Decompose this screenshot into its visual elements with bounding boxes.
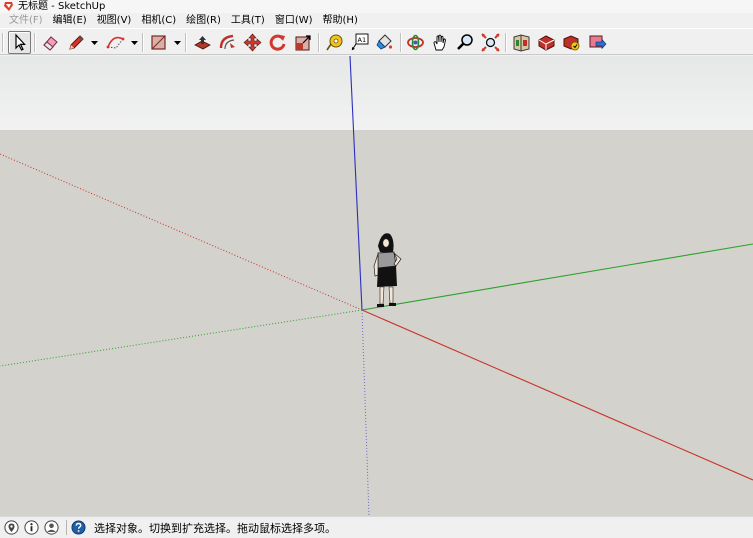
credits-icon (24, 520, 39, 535)
zoom-extents-tool-button[interactable] (479, 31, 502, 54)
toolbar-separator (400, 33, 402, 52)
magnifier-icon (457, 34, 473, 50)
text-tool-label: A1 (358, 36, 367, 44)
figure-face (382, 238, 390, 248)
title-bar: 无标题 - SketchUp (0, 0, 753, 13)
offset-icon (219, 34, 235, 50)
line-tool-dropdown[interactable] (90, 38, 99, 47)
extension-warehouse-icon (538, 35, 555, 51)
tape-measure-icon (326, 34, 343, 51)
sketchup-logo-icon (3, 1, 14, 12)
line-tool-button[interactable] (64, 31, 87, 54)
3d-warehouse-button[interactable] (510, 31, 533, 54)
credits-button[interactable] (23, 519, 40, 536)
scale-tool-button[interactable] (292, 31, 315, 54)
rotate-tool-button[interactable] (266, 31, 289, 54)
menu-draw[interactable]: 绘图(R) (181, 14, 226, 28)
toolbar-separator (505, 33, 507, 52)
geo-location-button[interactable] (3, 519, 20, 536)
share-model-icon (563, 35, 580, 51)
status-message: 选择对象。切换到扩充选择。拖动鼠标选择多项。 (94, 521, 336, 535)
menu-view[interactable]: 视图(V) (92, 14, 137, 28)
move-tool-button[interactable] (241, 31, 264, 54)
paint-bucket-tool-button[interactable] (373, 31, 396, 54)
push-pull-tool-button[interactable] (191, 31, 214, 54)
menu-bar: 文件(F) 编辑(E) 视图(V) 相机(C) 绘图(R) 工具(T) 窗口(W… (0, 13, 753, 28)
menu-camera[interactable]: 相机(C) (136, 14, 181, 28)
orbit-icon (407, 34, 424, 51)
eraser-icon (43, 36, 58, 51)
send-to-layout-button[interactable] (586, 31, 609, 54)
figure-torso (377, 251, 397, 269)
toolbar-separator (185, 33, 187, 52)
menu-help[interactable]: 帮助(H) (318, 14, 363, 28)
status-bar: 选择对象。切换到扩充选择。拖动鼠标选择多项。 (0, 516, 753, 538)
ground (0, 130, 753, 516)
shape-tool-button[interactable] (147, 31, 170, 54)
select-tool-button[interactable] (8, 31, 31, 54)
menu-edit[interactable]: 编辑(E) (48, 14, 92, 28)
sky (0, 56, 753, 130)
user-account-button[interactable] (43, 519, 60, 536)
help-icon (71, 520, 86, 535)
text-label-icon: A1 (351, 33, 369, 51)
menu-window[interactable]: 窗口(W) (270, 14, 318, 28)
push-pull-icon (194, 36, 211, 50)
toolbar-separator (142, 33, 144, 52)
help-button[interactable] (70, 519, 87, 536)
main-toolbar: A1 (0, 28, 753, 55)
pencil-icon (69, 35, 84, 50)
share-model-button[interactable] (560, 31, 583, 54)
user-account-icon (44, 520, 59, 535)
zoom-extents-icon (481, 33, 500, 52)
orbit-tool-button[interactable] (404, 31, 427, 54)
shape-tool-dropdown[interactable] (173, 38, 182, 47)
paint-bucket-icon (376, 34, 393, 50)
scene-canvas[interactable] (0, 56, 753, 516)
modeling-viewport[interactable] (0, 56, 753, 516)
window-title: 无标题 - SketchUp (18, 0, 106, 12)
status-separator (66, 520, 67, 535)
scale-icon (295, 35, 311, 51)
hand-icon (433, 34, 446, 51)
figure-skirt (377, 266, 397, 287)
offset-tool-button[interactable] (216, 31, 239, 54)
extension-warehouse-button[interactable] (535, 31, 558, 54)
triangle-down-icon (131, 41, 138, 45)
toolbar-separator (318, 33, 320, 52)
arc-tool-dropdown[interactable] (130, 38, 139, 47)
triangle-down-icon (174, 41, 181, 45)
triangle-down-icon (91, 41, 98, 45)
move-icon (243, 33, 262, 52)
pan-tool-button[interactable] (429, 31, 452, 54)
geo-location-icon (4, 520, 19, 535)
zoom-tool-button[interactable] (454, 31, 477, 54)
toolbar-separator (2, 33, 4, 52)
toolbar-separator (34, 33, 36, 52)
rotate-icon (269, 34, 286, 51)
arc-icon (106, 36, 125, 49)
arrow-cursor-icon (15, 33, 26, 51)
text-tool-button[interactable]: A1 (348, 31, 371, 54)
3d-warehouse-icon (513, 34, 530, 52)
menu-file[interactable]: 文件(F) (4, 14, 48, 28)
tape-measure-tool-button[interactable] (323, 31, 346, 54)
eraser-tool-button[interactable] (39, 31, 62, 54)
rectangle-icon (151, 35, 166, 50)
arc-tool-button[interactable] (104, 31, 127, 54)
send-to-layout-icon (589, 35, 607, 50)
menu-tools[interactable]: 工具(T) (226, 14, 270, 28)
